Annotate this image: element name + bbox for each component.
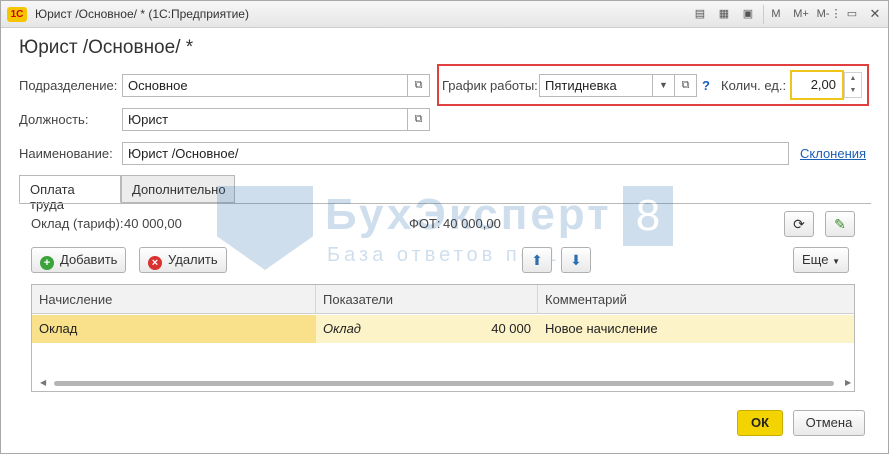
qty-stepper[interactable]: ▲ ▼ <box>844 72 862 98</box>
close-icon[interactable]: ✕ <box>867 6 883 22</box>
position-open-icon[interactable]: ⧉ <box>408 108 430 131</box>
toolbar-separator <box>763 5 764 24</box>
minimize-icon[interactable]: ▭ <box>844 6 860 22</box>
title-bar: 1С Юрист /Основное/ * (1С:Предприятие) ▤… <box>1 1 888 28</box>
name-field[interactable]: Юрист /Основное/ <box>122 142 789 165</box>
table-icon[interactable]: ▦ <box>716 6 732 22</box>
column-header-indicators[interactable]: Показатели <box>316 285 538 314</box>
schedule-field[interactable]: Пятидневка <box>539 74 653 97</box>
form-window: 1С Юрист /Основное/ * (1С:Предприятие) ▤… <box>0 0 889 454</box>
schedule-open-icon[interactable]: ⧉ <box>675 74 697 97</box>
position-field[interactable]: Юрист <box>122 108 408 131</box>
scroll-right-icon[interactable]: ▶ <box>845 378 851 387</box>
cell-amount[interactable]: 40 000 <box>420 315 538 343</box>
cell-indicator[interactable]: Оклад <box>316 315 420 343</box>
fot-label: ФОТ: <box>409 216 441 231</box>
pencil-icon: ✎ <box>834 216 846 232</box>
add-button-label: Добавить <box>60 252 118 267</box>
page-title: Юрист /Основное/ * <box>19 37 194 58</box>
delete-button-label: Удалить <box>168 252 218 267</box>
qty-field[interactable]: 2,00 <box>790 70 844 100</box>
refresh-button[interactable]: ⟳ <box>784 211 814 237</box>
chevron-down-icon[interactable]: ▼ <box>653 74 675 97</box>
document-icon[interactable]: ▤ <box>692 6 708 22</box>
cell-comment[interactable]: Новое начисление <box>538 315 854 343</box>
cell-accrual[interactable]: Оклад <box>32 315 316 343</box>
accruals-table: Начисление Показатели Комментарий Оклад … <box>31 284 855 392</box>
more-icon[interactable]: ⋮ <box>828 6 844 22</box>
chevron-down-icon: ▼ <box>832 257 840 266</box>
app-logo-icon: 1С <box>7 7 27 22</box>
schedule-label: График работы: <box>442 78 538 93</box>
arrow-down-icon: ⬇ <box>570 252 582 268</box>
refresh-icon: ⟳ <box>793 216 805 232</box>
position-label: Должность: <box>19 112 89 127</box>
delete-icon: × <box>148 256 162 270</box>
move-down-button[interactable]: ⬇ <box>561 247 591 273</box>
more-button[interactable]: Еще ▼ <box>793 247 849 273</box>
tab-additional[interactable]: Дополнительно <box>121 175 235 203</box>
ok-button[interactable]: ОК <box>737 410 783 436</box>
window-title: Юрист /Основное/ * (1С:Предприятие) <box>35 7 249 21</box>
help-icon[interactable]: ? <box>702 78 710 93</box>
fot-value: 40 000,00 <box>443 216 501 231</box>
subdivision-label: Подразделение: <box>19 78 118 93</box>
table-row[interactable]: Оклад Оклад 40 000 Новое начисление <box>32 315 854 343</box>
tab-payment[interactable]: Оплата труда <box>19 175 121 212</box>
scroll-thumb[interactable] <box>54 381 834 386</box>
qty-label: Колич. ед.: <box>721 78 787 93</box>
edit-button[interactable]: ✎ <box>825 211 855 237</box>
table-header: Начисление Показатели Комментарий <box>32 285 854 314</box>
column-header-comment[interactable]: Комментарий <box>538 285 854 314</box>
more-button-label: Еще <box>802 252 829 267</box>
move-up-button[interactable]: ⬆ <box>522 247 552 273</box>
horizontal-scrollbar[interactable]: ◀ ▶ <box>40 378 851 387</box>
calendar-icon[interactable]: ▣ <box>740 6 756 22</box>
salary-label: Оклад (тариф): <box>31 216 124 231</box>
delete-button[interactable]: × Удалить <box>139 247 227 273</box>
subdivision-field[interactable]: Основное <box>122 74 408 97</box>
declensions-link[interactable]: Склонения <box>800 146 866 161</box>
scroll-left-icon[interactable]: ◀ <box>40 378 46 387</box>
subdivision-open-icon[interactable]: ⧉ <box>408 74 430 97</box>
cancel-button[interactable]: Отмена <box>793 410 865 436</box>
name-label: Наименование: <box>19 146 113 161</box>
plus-icon: + <box>40 256 54 270</box>
add-button[interactable]: + Добавить <box>31 247 127 273</box>
arrow-up-icon: ⬆ <box>531 252 543 268</box>
memory-m-button[interactable]: M <box>770 6 782 22</box>
memory-plus-button[interactable]: M+ <box>790 6 812 22</box>
salary-value: 40 000,00 <box>124 216 182 231</box>
column-header-accrual[interactable]: Начисление <box>32 285 316 314</box>
